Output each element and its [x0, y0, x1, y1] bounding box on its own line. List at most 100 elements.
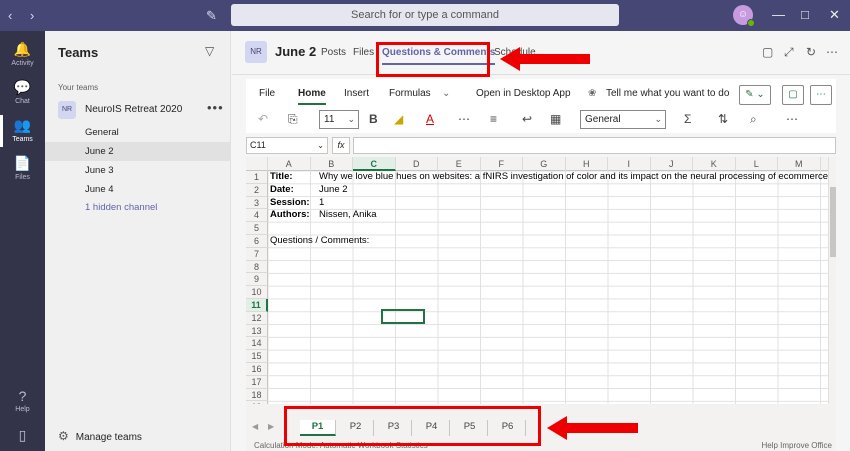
name-box[interactable]: C11 ⌄: [246, 137, 328, 154]
ribbon-tab-file[interactable]: File: [259, 88, 275, 99]
cell-a6[interactable]: Questions / Comments:: [270, 235, 369, 248]
rail-teams[interactable]: 👥 Teams: [0, 111, 45, 151]
ribbon-tab-insert[interactable]: Insert: [344, 88, 369, 99]
more-options-icon[interactable]: •••: [207, 100, 224, 115]
avatar[interactable]: ☺: [733, 5, 755, 27]
minimize-icon[interactable]: —: [772, 7, 785, 22]
column-header-i[interactable]: I: [608, 157, 651, 171]
cell-a1[interactable]: Title:: [270, 171, 293, 184]
cells-area[interactable]: Title: Why we love blue hues on websites…: [268, 171, 836, 413]
rail-device[interactable]: ▯: [0, 421, 45, 451]
vertical-scrollbar[interactable]: [828, 157, 836, 413]
fx-icon[interactable]: fx: [332, 137, 350, 154]
row-header-12[interactable]: 12: [246, 311, 268, 325]
row-header-1[interactable]: 1: [246, 171, 268, 184]
compose-icon[interactable]: ✎: [206, 8, 217, 24]
rail-files[interactable]: 📄 Files: [0, 149, 45, 189]
channel-general[interactable]: General: [45, 123, 231, 142]
ribbon-tab-home[interactable]: Home: [298, 88, 326, 105]
row-header-16[interactable]: 16: [246, 363, 268, 376]
tell-me-input[interactable]: Tell me what you want to do: [606, 88, 729, 99]
more-options-icon[interactable]: ⋯: [786, 112, 798, 126]
row-header-18[interactable]: 18: [246, 388, 268, 402]
more-font-icon[interactable]: ⋯: [458, 112, 470, 126]
column-header-g[interactable]: G: [523, 157, 566, 171]
back-arrow-icon[interactable]: ‹: [8, 8, 12, 23]
spreadsheet-grid[interactable]: ABCDEFGHIJKLM 1 2 3 4 5 6 7 8 9 10 11 12 13 14 15 16 17 1…: [246, 157, 836, 413]
row-header-14[interactable]: 14: [246, 337, 268, 351]
column-header-k[interactable]: K: [693, 157, 736, 171]
column-header-h[interactable]: H: [566, 157, 608, 171]
column-header-d[interactable]: D: [396, 157, 438, 171]
column-header-j[interactable]: J: [651, 157, 693, 171]
row-header-15[interactable]: 15: [246, 350, 268, 363]
row-header-2[interactable]: 2: [246, 183, 268, 197]
ribbon-tab-formulas[interactable]: Formulas: [389, 88, 431, 99]
expand-icon[interactable]: ⤢: [784, 45, 794, 60]
merge-icon[interactable]: ▦: [550, 112, 561, 126]
rail-activity[interactable]: 🔔 Activity: [0, 35, 45, 75]
autosum-icon[interactable]: Σ: [684, 112, 691, 126]
help-improve-office-link[interactable]: Help Improve Office: [761, 441, 832, 450]
formula-input[interactable]: [353, 137, 836, 154]
maximize-icon[interactable]: □: [801, 7, 809, 22]
rail-chat[interactable]: 💬 Chat: [0, 73, 45, 113]
manage-teams-button[interactable]: ⚙ Manage teams: [58, 429, 142, 443]
row-header-7[interactable]: 7: [246, 247, 268, 261]
cell-a3[interactable]: Session:: [270, 197, 310, 210]
tab-files[interactable]: Files: [353, 47, 374, 58]
channel-june-4[interactable]: June 4: [45, 180, 231, 199]
more-options-icon[interactable]: ⋯: [826, 45, 838, 59]
channel-june-3[interactable]: June 3: [45, 161, 231, 180]
prev-sheet-icon[interactable]: ◀: [252, 422, 258, 431]
rail-help[interactable]: ? Help: [0, 382, 45, 422]
row-header-13[interactable]: 13: [246, 324, 268, 338]
row-header-9[interactable]: 9: [246, 273, 268, 287]
row-header-10[interactable]: 10: [246, 286, 268, 299]
column-header-e[interactable]: E: [438, 157, 481, 171]
cell-b4[interactable]: Nissen, Anika: [319, 209, 377, 222]
ribbon-chevron-icon[interactable]: ⌄: [442, 88, 450, 99]
column-header-m[interactable]: M: [778, 157, 821, 171]
column-header-b[interactable]: B: [311, 157, 353, 171]
column-header-l[interactable]: L: [736, 157, 778, 171]
cell-b1[interactable]: Why we love blue hues on websites: a fNI…: [319, 171, 836, 184]
font-size-select[interactable]: 11 ⌄: [319, 110, 359, 129]
fill-color-icon[interactable]: ◢: [394, 112, 403, 126]
filter-icon[interactable]: ▽: [205, 44, 214, 58]
team-row[interactable]: NR NeuroIS Retreat 2020 •••: [45, 99, 231, 121]
hidden-channel-link[interactable]: 1 hidden channel: [45, 198, 231, 217]
ribbon-more-icon[interactable]: ⋯: [810, 85, 832, 105]
column-header-f[interactable]: F: [481, 157, 523, 171]
channel-june-2[interactable]: June 2: [45, 142, 231, 161]
forward-arrow-icon[interactable]: ›: [30, 8, 34, 23]
column-header-c[interactable]: C: [353, 157, 396, 171]
open-desktop-app-button[interactable]: Open in Desktop App: [476, 88, 571, 99]
cell-a2[interactable]: Date:: [270, 184, 294, 197]
select-all-corner[interactable]: [246, 157, 268, 171]
selected-cell-c11[interactable]: [381, 309, 425, 324]
close-icon[interactable]: ✕: [829, 7, 840, 23]
comment-icon[interactable]: ▢: [782, 85, 804, 105]
row-header-6[interactable]: 6: [246, 235, 268, 248]
editing-mode-button[interactable]: ✎ ⌄: [739, 85, 771, 105]
tab-posts[interactable]: Posts: [321, 47, 346, 58]
cell-b3[interactable]: 1: [319, 197, 324, 210]
search-input[interactable]: Search for or type a command: [231, 4, 619, 26]
bold-button[interactable]: B: [369, 112, 378, 126]
scroll-thumb[interactable]: [830, 187, 836, 257]
font-color-icon[interactable]: A: [426, 112, 434, 126]
row-header-8[interactable]: 8: [246, 260, 268, 274]
row-header-4[interactable]: 4: [246, 209, 268, 223]
find-icon[interactable]: ⌕: [750, 112, 757, 127]
row-header-5[interactable]: 5: [246, 222, 268, 235]
align-icon[interactable]: ≡: [490, 112, 497, 126]
chat-icon[interactable]: ▢: [762, 45, 773, 59]
paste-icon[interactable]: ⎘: [288, 112, 298, 127]
row-header-11[interactable]: 11: [246, 299, 268, 312]
row-header-17[interactable]: 17: [246, 375, 268, 389]
sort-icon[interactable]: ⇅: [718, 112, 728, 126]
column-header-a[interactable]: A: [268, 157, 311, 171]
next-sheet-icon[interactable]: ▶: [268, 422, 274, 431]
row-header-3[interactable]: 3: [246, 196, 268, 210]
